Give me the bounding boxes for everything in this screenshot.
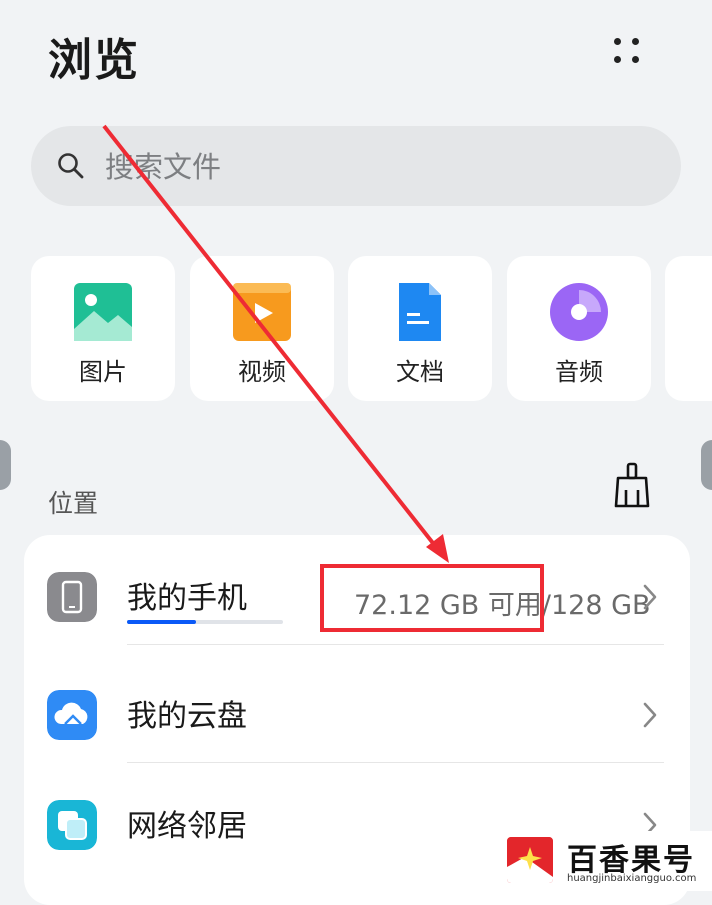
- category-label: 文档: [396, 358, 444, 386]
- location-my-cloud[interactable]: 我的云盘: [24, 653, 690, 763]
- annotation-highlight-box: [320, 564, 544, 632]
- video-icon: [233, 283, 291, 341]
- category-audio[interactable]: 音频: [507, 256, 651, 401]
- document-icon: [399, 283, 441, 341]
- storage-progress-fill: [127, 620, 196, 624]
- location-label: 我的云盘: [127, 699, 247, 734]
- location-label: 我的手机: [127, 581, 247, 616]
- category-images[interactable]: 图片: [31, 256, 175, 401]
- divider: [127, 644, 664, 645]
- storage-progress-bar: [127, 620, 283, 624]
- more-options-icon[interactable]: [606, 30, 646, 70]
- category-label: 视频: [238, 358, 286, 386]
- phone-icon: [47, 572, 97, 622]
- category-documents[interactable]: 文档: [348, 256, 492, 401]
- location-label: 网络邻居: [127, 809, 247, 844]
- cloud-icon: [47, 690, 97, 740]
- left-edge-handle[interactable]: [0, 440, 11, 490]
- category-label: 音频: [555, 358, 603, 386]
- network-icon: [47, 800, 97, 850]
- locations-heading: 位置: [48, 489, 99, 518]
- page-title: 浏览: [48, 35, 140, 86]
- watermark-url: huangjinbaixiangguo.com: [567, 873, 697, 884]
- category-shortcuts: 图片 视频 文档 音频: [31, 256, 712, 401]
- category-videos[interactable]: 视频: [190, 256, 334, 401]
- right-edge-handle[interactable]: [701, 440, 712, 490]
- search-bar[interactable]: [31, 126, 681, 206]
- broom-icon[interactable]: [612, 462, 652, 510]
- search-icon: [58, 153, 84, 179]
- search-input[interactable]: [103, 140, 647, 194]
- watermark-logo-icon: [507, 837, 553, 883]
- watermark: 百香果号 huangjinbaixiangguo.com: [493, 831, 712, 891]
- audio-icon: [550, 283, 608, 341]
- chevron-right-icon: [643, 584, 657, 610]
- image-icon: [74, 283, 132, 341]
- category-more[interactable]: [665, 256, 712, 401]
- category-label: 图片: [79, 358, 127, 386]
- chevron-right-icon: [643, 702, 657, 728]
